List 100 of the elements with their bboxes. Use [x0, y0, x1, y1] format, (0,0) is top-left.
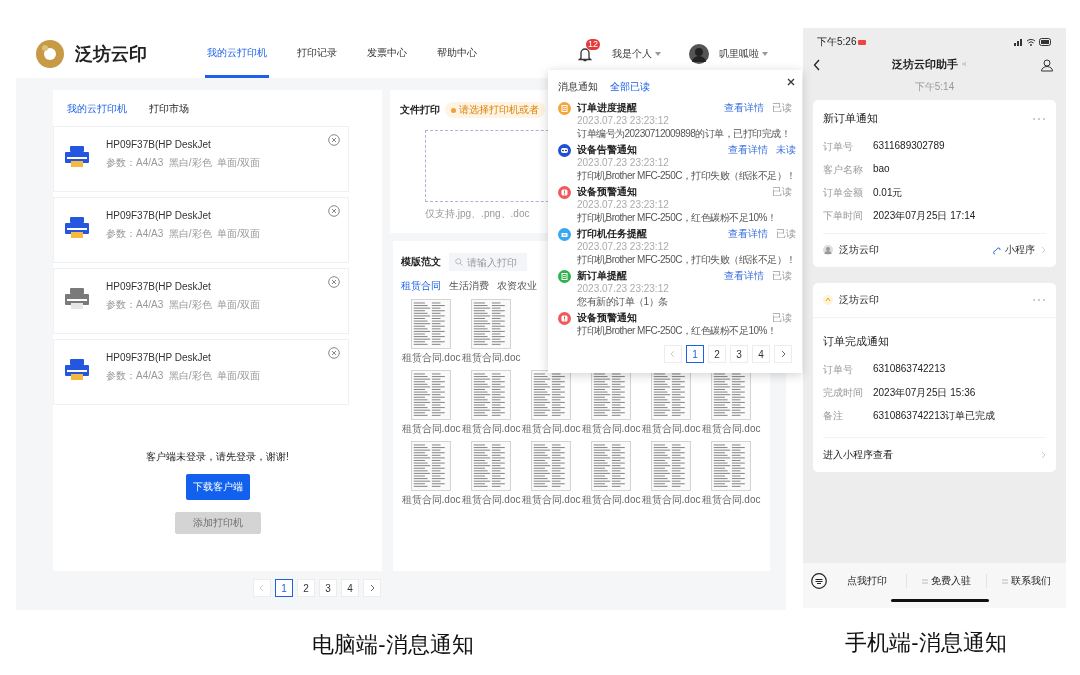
nav-tab[interactable]: 发票中心 — [365, 30, 409, 78]
field-label: 备注 — [823, 409, 844, 423]
remove-icon[interactable] — [328, 205, 340, 217]
menu-icon — [1002, 578, 1008, 584]
notification-count: 12 — [586, 39, 600, 50]
printer-params: 参数：A4/A3 黑白/彩色 单面/双面 — [106, 156, 260, 170]
page-button[interactable]: 1 — [686, 345, 704, 363]
notification-time: 2023.07.23 23:23:12 — [577, 115, 670, 127]
format-note: 仅支持.jpg、.png、.doc — [425, 207, 530, 221]
search-field[interactable]: 请输入打印 — [449, 253, 527, 271]
notification-time: 2023.07.23 23:23:12 — [577, 157, 670, 169]
read-status: 已读 — [772, 102, 792, 114]
document-thumbnail[interactable] — [468, 370, 514, 420]
document-thumbnail[interactable] — [408, 441, 454, 491]
message-time: 下午5:14 — [913, 80, 956, 94]
chevron-left-icon — [669, 350, 677, 358]
category-tab[interactable]: 生活消费 — [449, 279, 489, 293]
notification-title: 订单进度提醒 — [577, 102, 637, 114]
page-button[interactable]: 3 — [319, 579, 337, 597]
template-name: 租赁合同.doc — [581, 494, 641, 506]
document-thumbnail[interactable] — [708, 441, 754, 491]
document-thumbnail[interactable] — [708, 370, 754, 420]
document-thumbnail[interactable] — [468, 441, 514, 491]
field-label: 下单时间 — [823, 209, 864, 223]
profile-icon[interactable] — [1040, 57, 1054, 72]
dot-icon — [451, 107, 456, 113]
panel-tab[interactable]: 我的云打印机 — [67, 102, 127, 116]
bell-icon[interactable] — [578, 46, 592, 62]
template-name: 租赁合同.doc — [461, 352, 521, 364]
back-icon[interactable] — [813, 58, 821, 71]
document-thumbnail[interactable] — [588, 441, 634, 491]
template-name: 租赁合同.doc — [461, 494, 521, 506]
mute-icon — [961, 60, 969, 68]
document-thumbnail[interactable] — [408, 299, 454, 349]
page-button[interactable]: 2 — [297, 579, 315, 597]
document-thumbnail[interactable] — [468, 299, 514, 349]
chat-title: 泛坊云印助手 — [892, 58, 958, 70]
account-name: 泛坊云印 — [839, 293, 879, 307]
status-time: 下午5:26 — [817, 35, 857, 49]
page-button[interactable]: 1 — [275, 579, 293, 597]
close-icon[interactable] — [787, 78, 795, 86]
document-thumbnail[interactable] — [408, 370, 454, 420]
user-menu[interactable]: 叽里呱啦 — [713, 46, 774, 62]
mark-all-read-link[interactable]: 全部已读 — [610, 80, 650, 94]
field-value: bao — [873, 163, 890, 176]
field-value: 6311689302789 — [873, 140, 945, 153]
read-status: 已读 — [775, 228, 796, 240]
logo-icon — [35, 39, 65, 69]
category-tab[interactable]: 农资农业 — [497, 279, 537, 293]
template-name: 租赁合同.doc — [401, 494, 461, 506]
nav-tab[interactable]: 帮助中心 — [435, 30, 479, 78]
page-button[interactable]: 2 — [708, 345, 726, 363]
field-value: 0.01元 — [873, 186, 903, 200]
template-name: 租赁合同.doc — [701, 494, 761, 506]
menu-item[interactable]: 点我打印 — [827, 574, 906, 588]
printer-card[interactable]: HP09F37B(HP DeskJet 参数：A4/A3 黑白/彩色 单面/双面 — [53, 126, 349, 192]
field-label: 完成时间 — [823, 386, 864, 400]
printer-params: 参数：A4/A3 黑白/彩色 单面/双面 — [106, 369, 260, 383]
document-thumbnail[interactable] — [528, 370, 574, 420]
caption: 手机端-消息通知 — [845, 629, 1007, 657]
printer-card[interactable]: HP09F37B(HP DeskJet 参数：A4/A3 黑白/彩色 单面/双面 — [53, 339, 349, 405]
template-name: 租赁合同.doc — [641, 423, 701, 435]
template-name: 租赁合同.doc — [401, 423, 461, 435]
document-thumbnail[interactable] — [588, 370, 634, 420]
view-details-link[interactable]: 查看详情 — [724, 270, 764, 282]
open-mini-program-link[interactable]: 进入小程序查看 — [823, 448, 893, 462]
notification-message: 打印机Brother MFC-250C，打印失败（纸张不足）！ — [577, 254, 796, 266]
document-thumbnail[interactable] — [648, 370, 694, 420]
view-details-link[interactable]: 查看详情 — [724, 102, 764, 114]
nav-tab[interactable]: 打印记录 — [295, 30, 339, 78]
status-icons — [1014, 38, 1052, 46]
printer-name: HP09F37B(HP DeskJet — [106, 210, 212, 221]
field-value: 2023年07月25日 17:14 — [873, 209, 976, 223]
mini-program-link[interactable]: 小程序 — [993, 243, 1035, 257]
printer-params: 参数：A4/A3 黑白/彩色 单面/双面 — [106, 227, 260, 241]
remove-icon[interactable] — [328, 134, 340, 146]
account-dropdown[interactable]: 我是个人 — [606, 46, 667, 62]
remove-icon[interactable] — [328, 276, 340, 288]
view-details-link[interactable]: 查看详情 — [727, 144, 768, 156]
page-button[interactable]: 4 — [752, 345, 770, 363]
document-thumbnail[interactable] — [648, 441, 694, 491]
page-button[interactable]: 3 — [730, 345, 748, 363]
printer-card[interactable]: HP09F37B(HP DeskJet 参数：A4/A3 黑白/彩色 单面/双面 — [53, 197, 349, 263]
menu-item[interactable]: 免费入驻 — [906, 574, 986, 588]
printer-name: HP09F37B(HP DeskJet — [106, 139, 212, 150]
read-status: 未读 — [775, 144, 796, 156]
notification-title: 设备预警通知 — [577, 312, 637, 324]
printer-card[interactable]: HP09F37B(HP DeskJet 参数：A4/A3 黑白/彩色 单面/双面 — [53, 268, 349, 334]
panel-tab[interactable]: 打印市场 — [149, 102, 189, 116]
category-tab[interactable]: 租赁合同 — [401, 279, 441, 293]
chevron-right-icon — [1041, 451, 1046, 459]
template-name: 租赁合同.doc — [461, 423, 521, 435]
view-details-link[interactable]: 查看详情 — [727, 228, 768, 240]
menu-item[interactable]: 联系我们 — [986, 574, 1066, 588]
notification-time: 2023.07.23 23:23:12 — [577, 283, 670, 295]
page-button[interactable]: 4 — [341, 579, 359, 597]
download-button[interactable]: 下载客户端 — [185, 474, 250, 500]
document-thumbnail[interactable] — [528, 441, 574, 491]
notification-message: 订单编号为20230712009898的订单，已打印完成！ — [577, 128, 792, 140]
remove-icon[interactable] — [328, 347, 340, 359]
